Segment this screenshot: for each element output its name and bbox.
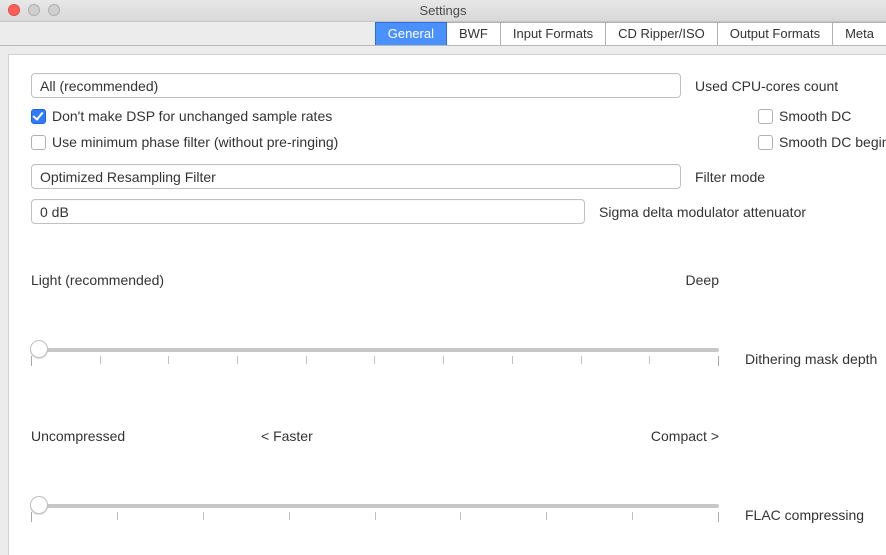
min-phase-label: Use minimum phase filter (without pre-ri… <box>52 134 338 150</box>
flac-left-label: Uncompressed <box>31 428 125 444</box>
cpu-cores-select[interactable]: All (recommended) <box>31 73 681 98</box>
tab-bwf[interactable]: BWF <box>446 22 501 45</box>
cpu-cores-value: All (recommended) <box>40 78 158 94</box>
flac-slider[interactable] <box>31 498 719 532</box>
dither-right-label: Deep <box>686 272 719 288</box>
filter-mode-value: Optimized Resampling Filter <box>40 169 216 185</box>
slider-track <box>31 348 719 352</box>
tabstrip: General BWF Input Formats CD Ripper/ISO … <box>0 22 886 46</box>
sigma-delta-label: Sigma delta modulator attenuator <box>599 204 806 220</box>
dither-slider[interactable] <box>31 342 719 376</box>
titlebar: Settings <box>0 0 886 22</box>
general-panel: All (recommended) Used CPU-cores count D… <box>8 54 886 555</box>
window-title: Settings <box>0 3 886 18</box>
flac-mid-label: < Faster <box>261 428 313 444</box>
filter-mode-select[interactable]: Optimized Resampling Filter <box>31 164 681 189</box>
dsp-unchanged-label: Don't make DSP for unchanged sample rate… <box>52 108 332 124</box>
sigma-delta-select[interactable]: 0 dB <box>31 199 585 224</box>
slider-track <box>31 504 719 508</box>
smooth-dc-checkbox[interactable] <box>758 109 773 124</box>
settings-window: Settings General BWF Input Formats CD Ri… <box>0 0 886 555</box>
tab-output-formats[interactable]: Output Formats <box>717 22 833 45</box>
slider-ticks <box>31 356 719 366</box>
tab-meta[interactable]: Meta <box>832 22 886 45</box>
smooth-dc-begin-checkbox[interactable] <box>758 135 773 150</box>
dither-caption: Dithering mask depth <box>745 351 877 367</box>
slider-ticks <box>31 512 719 522</box>
flac-caption: FLAC compressing <box>745 507 864 523</box>
smooth-dc-label: Smooth DC <box>779 108 851 124</box>
flac-right-label: Compact > <box>651 428 719 444</box>
dither-left-label: Light (recommended) <box>31 272 164 288</box>
tab-input-formats[interactable]: Input Formats <box>500 22 606 45</box>
min-phase-checkbox[interactable] <box>31 135 46 150</box>
smooth-dc-begin-label: Smooth DC begin fir <box>779 134 886 150</box>
filter-mode-label: Filter mode <box>695 169 765 185</box>
tab-cd-ripper[interactable]: CD Ripper/ISO <box>605 22 718 45</box>
dsp-unchanged-checkbox[interactable] <box>31 109 46 124</box>
sigma-delta-value: 0 dB <box>40 204 69 220</box>
tab-general[interactable]: General <box>375 22 447 45</box>
cpu-cores-label: Used CPU-cores count <box>695 78 838 94</box>
